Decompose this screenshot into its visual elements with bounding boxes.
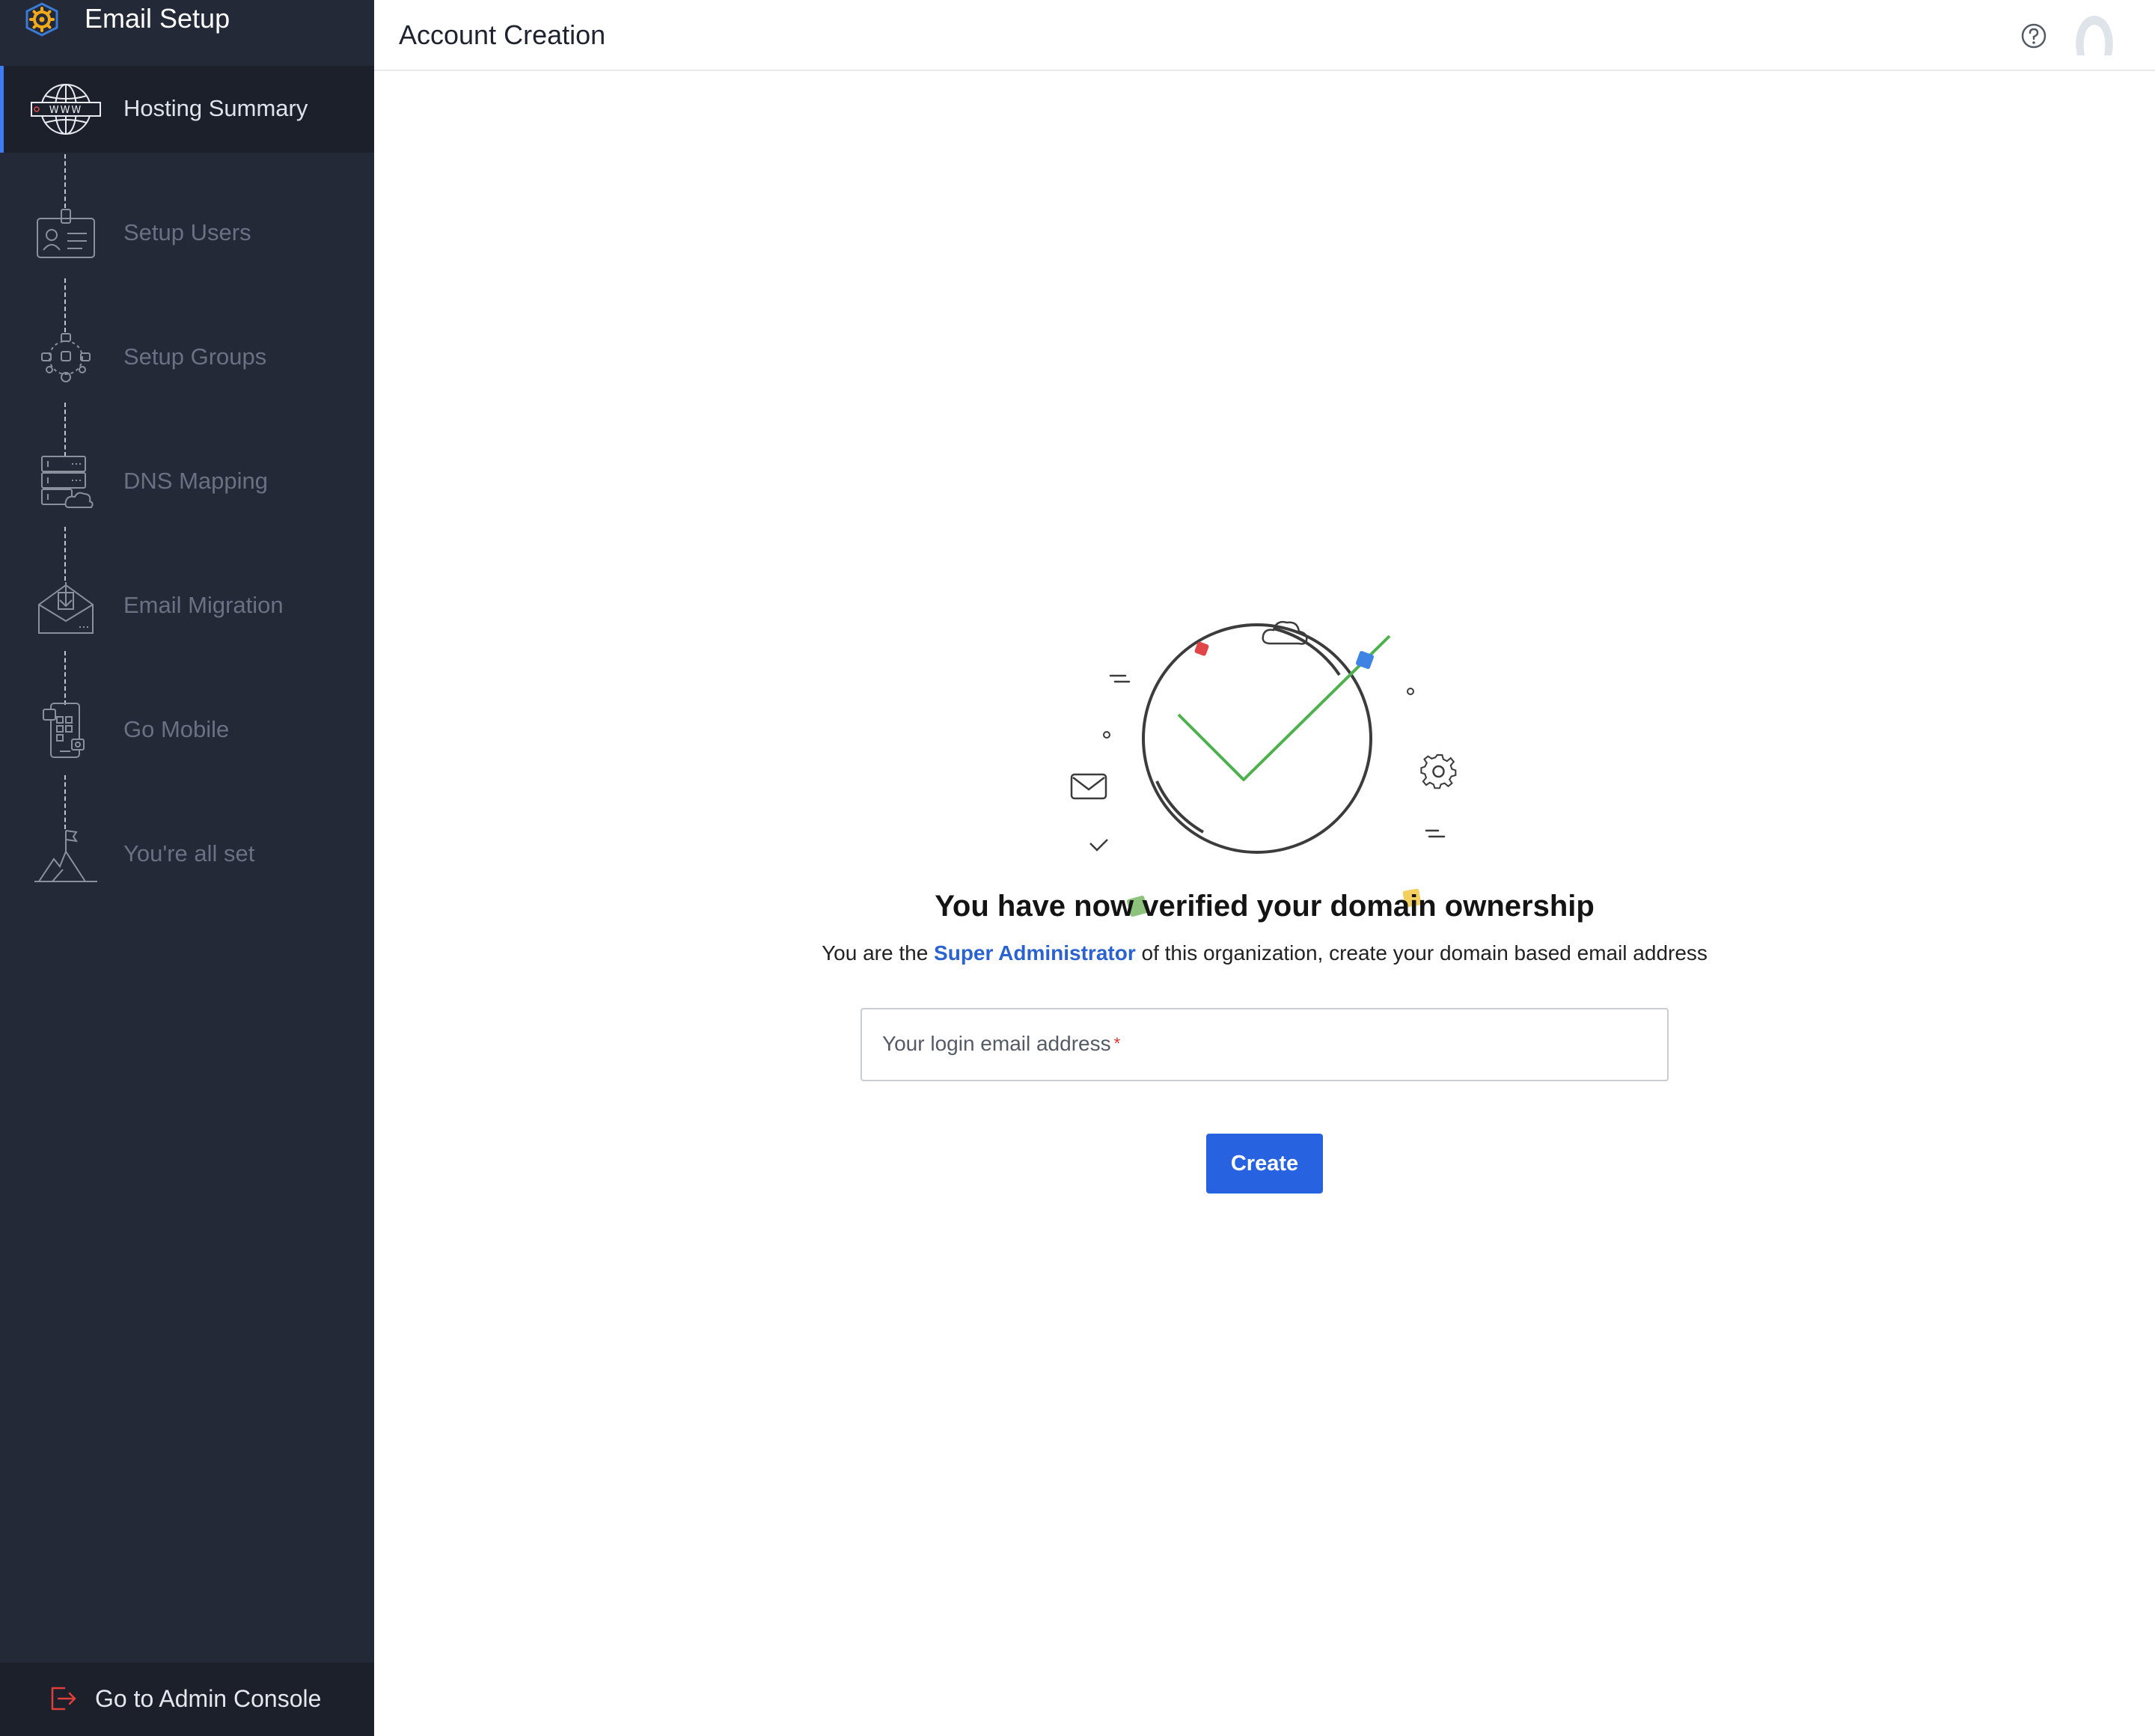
user-avatar-icon[interactable]: [2070, 12, 2119, 57]
mountain-flag-icon: [34, 830, 97, 882]
brand: Email Setup: [0, 0, 374, 66]
top-header: Account Creation: [374, 0, 2155, 71]
step-label: Email Migration: [123, 592, 284, 618]
gear-badge-icon: [25, 2, 58, 37]
admin-console-label: Go to Admin Console: [95, 1685, 322, 1712]
login-email-input[interactable]: [862, 1009, 1667, 1080]
step-label: Setup Users: [123, 219, 251, 245]
super-admin-link[interactable]: Super Administrator: [934, 941, 1136, 965]
server-cloud-icon: [41, 456, 94, 508]
exit-icon: [51, 1687, 76, 1711]
step-email-migration[interactable]: Email Migration: [0, 563, 374, 650]
login-email-field[interactable]: Your login email address *: [861, 1008, 1669, 1081]
verification-headline: You have now verified your domain owners…: [935, 890, 1595, 923]
mobile-apps-icon: [43, 703, 85, 758]
step-dns-mapping[interactable]: DNS Mapping: [0, 438, 374, 525]
step-label: Go Mobile: [123, 716, 230, 742]
step-go-mobile[interactable]: Go Mobile: [0, 687, 374, 774]
app-title: Email Setup: [85, 3, 230, 34]
step-all-set[interactable]: You're all set: [0, 811, 374, 898]
group-network-icon: [41, 333, 91, 382]
page-title: Account Creation: [399, 19, 606, 50]
user-id-card-icon: [37, 209, 95, 258]
step-setup-groups[interactable]: Setup Groups: [0, 314, 374, 401]
subtext-prefix: You are the: [822, 941, 935, 965]
create-button[interactable]: Create: [1206, 1134, 1323, 1194]
step-hosting-summary[interactable]: WWW Hosting Summary: [0, 66, 374, 153]
main-content: You have now verified your domain owners…: [374, 73, 2155, 1736]
svg-text:WWW: WWW: [49, 105, 83, 116]
verification-subtext: You are the Super Administrator of this …: [374, 939, 2155, 968]
setup-steps: WWW Hosting Summary Setup Users Setup Gr…: [0, 66, 374, 935]
success-check-icon: [1070, 620, 1457, 917]
envelope-download-icon: [38, 582, 94, 634]
step-label: You're all set: [123, 840, 255, 867]
help-icon[interactable]: [2020, 22, 2047, 49]
step-label: Hosting Summary: [123, 95, 308, 121]
admin-console-link[interactable]: Go to Admin Console: [0, 1663, 374, 1736]
step-label: DNS Mapping: [123, 468, 268, 494]
sidebar: Email Setup WWW Hosting Summary Setup Us…: [0, 0, 374, 1736]
step-label: Setup Groups: [123, 343, 267, 370]
step-setup-users[interactable]: Setup Users: [0, 190, 374, 277]
globe-www-icon: WWW: [31, 84, 101, 135]
subtext-suffix: of this organization, create your domain…: [1135, 941, 1708, 965]
